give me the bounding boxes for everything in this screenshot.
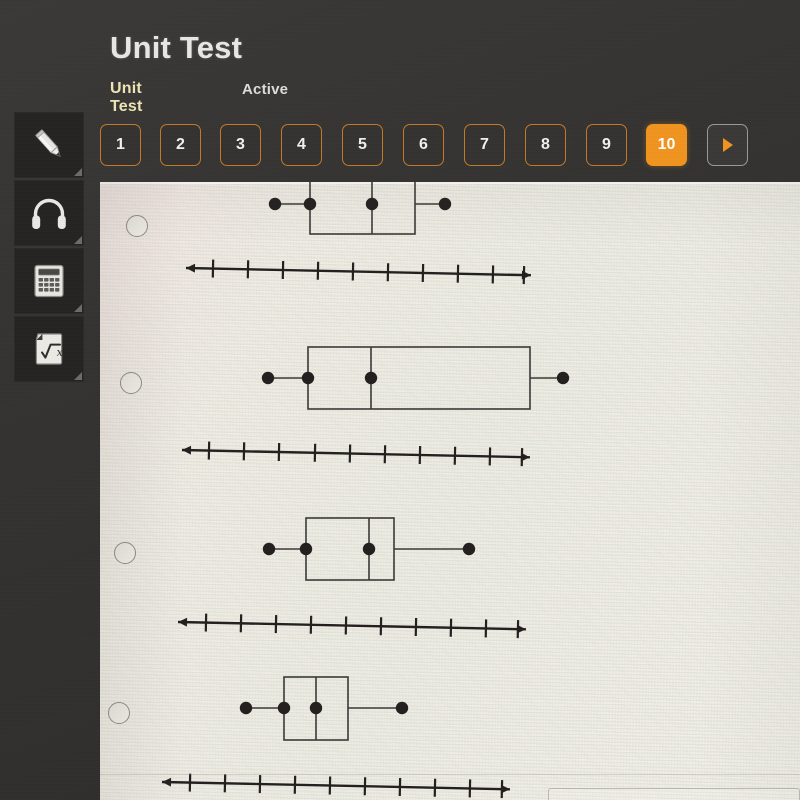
- page-header: Unit Test Unit Test Active: [0, 0, 800, 118]
- pager-button-10-current[interactable]: 10: [646, 124, 687, 166]
- pager-button-5[interactable]: 5: [342, 124, 383, 166]
- pager-button-7[interactable]: 7: [464, 124, 505, 166]
- radio-option-d[interactable]: [108, 702, 130, 724]
- calculator-icon: [34, 264, 64, 298]
- tool-pencil[interactable]: [14, 112, 84, 178]
- play-triangle-icon: [722, 138, 733, 152]
- pencil-icon: [35, 129, 61, 157]
- answer-option-a[interactable]: [100, 182, 800, 307]
- tool-formula-sheet[interactable]: x: [14, 316, 84, 382]
- breadcrumb-unit-test[interactable]: Unit Test: [110, 80, 143, 116]
- answer-entry-box[interactable]: [548, 788, 800, 800]
- pager-button-1[interactable]: 1: [100, 124, 141, 166]
- boxplot-option-c: [156, 502, 626, 647]
- content-divider: [100, 774, 800, 775]
- status-badge: Active: [242, 81, 289, 98]
- answer-option-b[interactable]: [100, 332, 800, 477]
- radio-option-b[interactable]: [120, 372, 142, 394]
- radio-option-c[interactable]: [114, 542, 136, 564]
- headphones-icon: [32, 198, 66, 229]
- answer-option-d[interactable]: [100, 662, 800, 800]
- question-content-sheet: [100, 182, 800, 800]
- tool-calculator[interactable]: [14, 248, 84, 314]
- radio-option-a[interactable]: [126, 215, 148, 237]
- pager-button-6[interactable]: 6: [403, 124, 444, 166]
- pager-button-3[interactable]: 3: [220, 124, 261, 166]
- pager-button-2[interactable]: 2: [160, 124, 201, 166]
- tool-rail: x: [14, 112, 84, 382]
- boxplot-option-a: [160, 182, 620, 288]
- boxplot-option-d: [150, 662, 620, 800]
- page-title: Unit Test: [110, 30, 243, 65]
- answer-option-c[interactable]: [100, 502, 800, 647]
- svg-text:x: x: [57, 346, 64, 359]
- pager-button-4[interactable]: 4: [281, 124, 322, 166]
- tool-headphones[interactable]: [14, 180, 84, 246]
- formula-sqrt-icon: x: [35, 333, 64, 365]
- screenshot-root: Unit Test Unit Test Active 1 2 3 4 5 6 7…: [0, 0, 800, 800]
- boxplot-option-b: [158, 332, 628, 477]
- pager-button-8[interactable]: 8: [525, 124, 566, 166]
- pager-button-9[interactable]: 9: [586, 124, 627, 166]
- pager-next-button[interactable]: [707, 124, 748, 166]
